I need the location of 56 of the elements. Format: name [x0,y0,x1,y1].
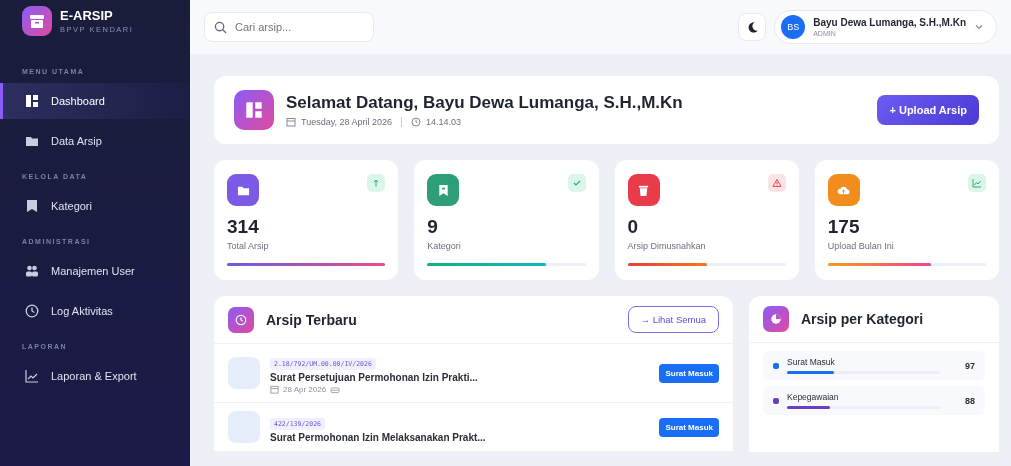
arrow-up-icon [367,174,386,192]
see-all-button[interactable]: → Lihat Semua [627,306,719,333]
user-name: Bayu Dewa Lumanga, S.H.,M.Kn [813,17,966,28]
date-text: Tuesday, 28 April 2026 [301,117,393,127]
sidebar-item[interactable]: Kategori [0,188,190,224]
calendar-icon [286,117,296,127]
user-avatar: BS [781,15,806,39]
clock-icon [411,117,422,127]
stat-label: Upload Bulan Ini [827,241,895,251]
time-text: 14.14.03 [426,117,462,127]
stat-value: 0 [627,216,640,238]
app-title: E-ARSIP [60,8,114,23]
users-icon [25,264,39,278]
stat-value: 314 [227,216,260,238]
welcome-title: Selamat Datang, Bayu Dewa Lumanga, S.H.,M.Kn [286,93,684,113]
pie-chart-icon [763,306,789,332]
stat-label: Total Arsip [227,241,270,251]
check-icon [567,174,586,192]
document-thumbnail [228,357,260,389]
archive-box-icon [22,6,52,36]
bookmark-icon [25,199,39,213]
category-name: Surat Masuk [787,357,836,367]
stat-label: Kategori [427,241,462,251]
category-tag: Surat Masuk [659,417,719,437]
archive-title: Surat Persetujuan Permohonan Izin Prakti... [270,372,479,383]
archive-date: 28 Apr 2026 [283,385,327,394]
archive-title: Surat Permohonan Izin Melaksanakan Prakt... [270,431,487,443]
category-name: Kepegawaian [787,392,840,402]
category-count: 88 [965,395,975,406]
category-tag: Surat Masuk [659,363,719,383]
chart-icon [25,369,39,383]
dashboard-icon [234,90,274,130]
dashboard-icon [25,94,39,108]
warning-icon [767,174,786,192]
sidebar-item[interactable]: Laporan & Export [0,358,190,394]
calendar-icon [270,385,279,394]
line-chart-icon [968,174,986,192]
clock-icon [228,306,254,333]
stat-value: 9 [427,216,439,238]
chevron-down-icon [974,22,984,32]
sidebar-item[interactable]: Dashboard [0,83,190,119]
document-thumbnail [228,411,260,443]
clock-icon [25,304,39,318]
sidebar-item[interactable]: Manajemen User [0,253,190,289]
folder-icon [25,134,39,148]
upload-button[interactable]: + Upload Arsip [877,95,979,125]
stat-value: 175 [827,216,861,238]
drive-icon [330,385,341,394]
search-field[interactable]: Cari arsip... [204,12,374,42]
sidebar-item[interactable]: Log Aktivitas [0,293,190,329]
stat-label: Arsip Dimusnahkan [627,241,707,251]
category-count: 97 [965,360,975,371]
card-title: Arsip Terbaru [266,311,357,328]
sidebar-item[interactable]: Data Arsip [0,123,190,159]
theme-toggle-button[interactable] [738,13,767,41]
card-title: Arsip per Kategori [801,311,924,327]
